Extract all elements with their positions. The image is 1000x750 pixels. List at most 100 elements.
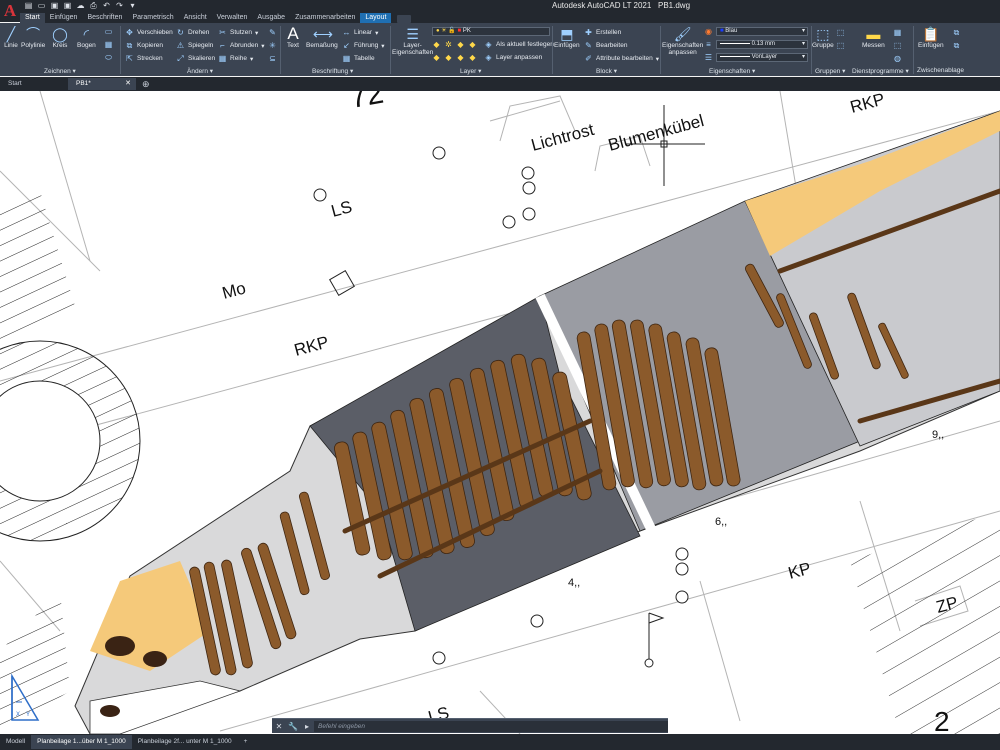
group-edit-tool[interactable]: ⬚ (836, 41, 845, 50)
copy-base-icon: ⧉ (953, 41, 960, 50)
tab-einfuegen[interactable]: Einfügen (45, 13, 83, 23)
redo-icon[interactable]: ↷ (115, 1, 124, 10)
panel-title-dienstprogramme[interactable]: Dienstprogramme ▾ (852, 67, 909, 75)
layer-off-icon[interactable]: ◆ (456, 40, 465, 49)
tab-parametrisch[interactable]: Parametrisch (127, 13, 178, 23)
layer-merge-icon[interactable]: ◆ (468, 53, 477, 62)
qat-dropdown-icon[interactable]: ▾ (128, 1, 137, 10)
bogen-button[interactable]: ◜ Bogen (77, 26, 96, 49)
save-as-icon[interactable]: ▣ (63, 1, 72, 10)
application-menu-button[interactable]: A (0, 0, 20, 22)
ribbon-display-toggle-icon[interactable] (397, 15, 412, 23)
attribute-bearbeiten-button[interactable]: ✐ Attribute bearbeiten ▾ (584, 54, 659, 63)
copy-tool[interactable]: ⧉ (952, 41, 961, 50)
tab-ansicht[interactable]: Ansicht (179, 13, 212, 23)
panel-title-gruppen[interactable]: Gruppen ▾ (815, 67, 845, 75)
hatch-tool[interactable]: ▦ (104, 40, 113, 49)
layer-isolate-icon[interactable]: ◆ (432, 40, 441, 49)
layer-anpassen-button[interactable]: ◈ Layer anpassen (484, 53, 542, 62)
layer-walk-icon[interactable]: ◆ (456, 53, 465, 62)
save-icon[interactable]: ▣ (50, 1, 59, 10)
block-einfuegen-button[interactable]: ⬒ Einfügen (554, 26, 580, 49)
panel-title-beschriftung[interactable]: Beschriftung ▾ (312, 67, 353, 75)
cut-tool[interactable]: ⧉ (952, 28, 961, 37)
doc-tab-start[interactable]: Start (0, 78, 68, 90)
tab-verwalten[interactable]: Verwalten (212, 13, 253, 23)
close-icon[interactable]: ✕ (125, 78, 131, 90)
abrunden-button[interactable]: ⌐ Abrunden ▾ (218, 41, 264, 50)
close-icon[interactable]: ✕ (272, 720, 286, 733)
ungroup-tool[interactable]: ⬚ (836, 28, 845, 37)
command-history-icon[interactable]: ▸ (300, 720, 314, 733)
new-tab-icon[interactable]: ⊕ (142, 79, 150, 90)
spiegeln-button[interactable]: ⚠ Spiegeln (176, 41, 213, 50)
separator (552, 26, 553, 74)
zwischenablage-einfuegen-button[interactable]: 📋 Einfügen (918, 26, 944, 49)
lineweight-dropdown[interactable]: 0.13 mm ▾ (716, 40, 808, 49)
panel-title-zeichnen[interactable]: Zeichnen ▾ (44, 67, 76, 75)
drehen-button[interactable]: ↻ Drehen (176, 28, 209, 37)
linear-dimension-button[interactable]: ↔ Linear ▾ (342, 28, 379, 37)
panel-title-block[interactable]: Block ▾ (596, 67, 617, 75)
kreis-button[interactable]: ◯ Kreis (51, 26, 69, 49)
doc-tab-pb1[interactable]: PB1* ✕ (68, 78, 136, 90)
panel-title-layer[interactable]: Layer ▾ (460, 67, 481, 75)
layer-previous-icon[interactable]: ◆ (444, 53, 453, 62)
kopieren-button[interactable]: ⧉ Kopieren (125, 41, 163, 50)
stutzen-button[interactable]: ✂ Stutzen ▾ (218, 28, 258, 37)
separator (280, 26, 281, 74)
als-aktuell-button[interactable]: ◈ Als aktuell festlegen (484, 40, 553, 49)
panel-title-eigenschaften[interactable]: Eigenschaften ▾ (709, 67, 755, 75)
cloud-icon[interactable]: ☁ (76, 1, 85, 10)
rectangle-tool[interactable]: ▭ (104, 27, 113, 36)
erase-tool[interactable]: ✎ (268, 28, 277, 37)
tab-layout[interactable]: Layout (360, 13, 392, 23)
linie-button[interactable]: ╱ Linie (2, 26, 20, 49)
polylinie-button[interactable]: ⌒ Polylinie (21, 26, 45, 49)
fuehrung-button[interactable]: ↙ Führung ▾ (342, 41, 384, 50)
color-dropdown[interactable]: ■ Blau ▾ (716, 27, 808, 36)
panel-title-aendern[interactable]: Ändern ▾ (187, 67, 213, 75)
eigenschaften-anpassen-button[interactable]: 🖌 Eigenschaften anpassen (662, 26, 703, 56)
verschieben-button[interactable]: ✥ Verschieben (125, 28, 173, 37)
layout-tab-modell[interactable]: Modell (0, 735, 31, 749)
explode-tool[interactable]: ✳ (268, 41, 277, 50)
skalieren-button[interactable]: ⤢ Skalieren (176, 54, 215, 63)
layer-dropdown[interactable]: ● ☀ 🔓 ■ PK (432, 27, 550, 36)
command-input[interactable]: Befehl eingeben (314, 720, 668, 732)
gruppe-button[interactable]: ⬚ Gruppe (812, 26, 834, 49)
layout-tab-planbeilage-1[interactable]: Planbeilage 1...über M 1_1000 (31, 735, 132, 749)
layer-match-icon[interactable]: ◆ (432, 53, 441, 62)
select-all-tool[interactable]: ⬚ (893, 41, 902, 50)
layer-eigenschaften-button[interactable]: ☰ Layer- Eigenschaften (392, 26, 433, 56)
print-icon[interactable]: ⎙ (89, 1, 98, 10)
strecken-button[interactable]: ⇱ Strecken (125, 54, 163, 63)
panel-title-zwischenablage[interactable]: Zwischenablage (917, 67, 964, 74)
id-point-tool[interactable]: ◍ (893, 54, 902, 63)
text-button[interactable]: A Text (284, 25, 302, 49)
tabelle-button[interactable]: ▦ Tabelle (342, 54, 375, 63)
erstellen-button[interactable]: ✚ Erstellen (584, 28, 621, 37)
reihe-button[interactable]: ▦ Reihe ▾ (218, 54, 254, 63)
tab-beschriften[interactable]: Beschriften (82, 13, 127, 23)
dim-9-label: 9,, (932, 429, 944, 441)
offset-tool[interactable]: ⊆ (268, 54, 277, 63)
tab-start[interactable]: Start (20, 13, 45, 23)
add-layout-icon[interactable]: + (238, 735, 254, 749)
wrench-icon[interactable]: 🔧 (286, 720, 300, 733)
open-folder-icon[interactable]: ▭ (37, 1, 46, 10)
layout-tab-planbeilage-2[interactable]: Planbeilage 2f... unter M 1_1000 (132, 735, 238, 749)
layer-freeze-icon[interactable]: ✲ (444, 40, 453, 49)
bemassung-button[interactable]: ⟷ Bemaßung (306, 26, 338, 49)
bearbeiten-button[interactable]: ✎ Bearbeiten (584, 41, 627, 50)
tab-zusammenarbeiten[interactable]: Zusammenarbeiten (290, 13, 360, 23)
tab-ausgabe[interactable]: Ausgabe (252, 13, 290, 23)
layer-lock-icon[interactable]: ◆ (468, 40, 477, 49)
messen-button[interactable]: ▬ Messen (862, 26, 885, 49)
linetype-dropdown[interactable]: VonLayer ▾ (716, 53, 808, 62)
ellipse-tool[interactable]: ⬭ (104, 53, 113, 62)
drawing-canvas[interactable]: 72 Lichtrost Blumenkübel RKP LS Mo RKP K… (0, 91, 1000, 734)
new-file-icon[interactable]: ▤ (24, 1, 33, 10)
undo-icon[interactable]: ↶ (102, 1, 111, 10)
calculator-tool[interactable]: ▦ (893, 28, 902, 37)
